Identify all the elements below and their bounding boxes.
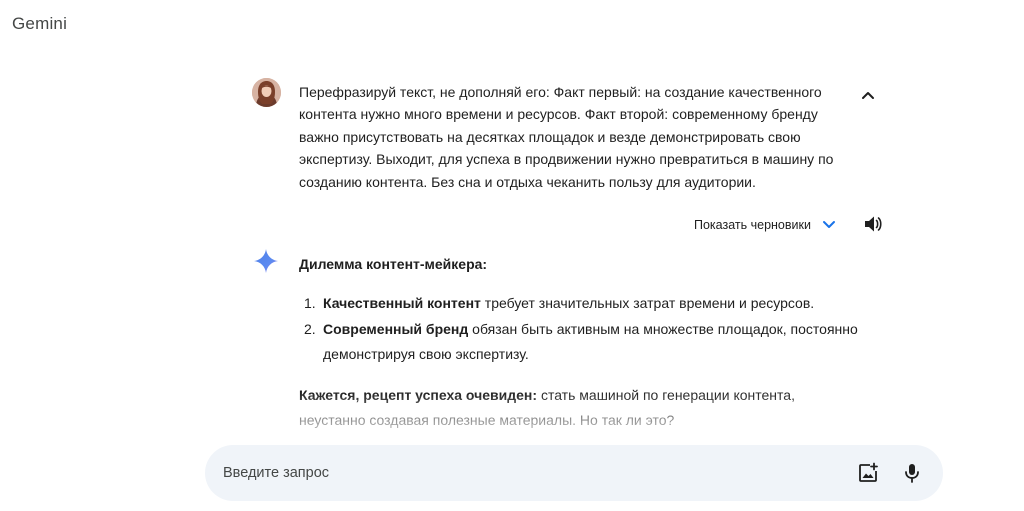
list-item-bold: Современный бренд: [323, 320, 469, 337]
conversation-area: Gemini Перефразируй текст, не дополняй е…: [0, 0, 1024, 511]
response-heading: Дилемма контент-мейкера:: [299, 256, 488, 272]
add-image-icon: [859, 462, 878, 482]
user-avatar: [252, 78, 281, 107]
add-image-button[interactable]: [857, 462, 879, 484]
prompt-input[interactable]: [223, 445, 823, 501]
response-body: Дилемма контент-мейкера: 1. Качественный…: [299, 252, 859, 433]
collapse-prompt-button[interactable]: [857, 86, 879, 104]
prompt-bar: [205, 445, 943, 501]
list-item-text: требует значительных затрат времени и ре…: [480, 295, 815, 311]
microphone-button[interactable]: [901, 462, 923, 484]
list-item-bold: Качественный контент: [323, 295, 481, 311]
list-item-number: 2.: [304, 320, 316, 337]
show-drafts-button[interactable]: Показать черновики: [694, 215, 836, 235]
response-conclusion: Кажется, рецепт успеха очевиден: стать м…: [299, 383, 859, 433]
gemini-spark-icon: [253, 248, 279, 274]
microphone-icon: [905, 464, 919, 483]
list-item-number: 1.: [304, 295, 316, 311]
response-list: 1. Качественный контент требует значител…: [299, 291, 859, 368]
app-title: Gemini: [12, 14, 68, 33]
chevron-up-icon: [862, 92, 874, 99]
chevron-down-icon: [822, 218, 836, 232]
user-prompt-text: Перефразируй текст, не дополняй его: Фак…: [299, 84, 834, 190]
read-aloud-button[interactable]: [862, 214, 884, 234]
show-drafts-label: Показать черновики: [694, 218, 811, 232]
speaker-icon: [865, 216, 882, 232]
list-item: 1. Качественный контент требует значител…: [299, 291, 859, 317]
conclusion-bold: Кажется, рецепт успеха очевиден:: [299, 386, 538, 403]
list-item: 2. Современный бренд обязан быть активны…: [299, 317, 859, 368]
